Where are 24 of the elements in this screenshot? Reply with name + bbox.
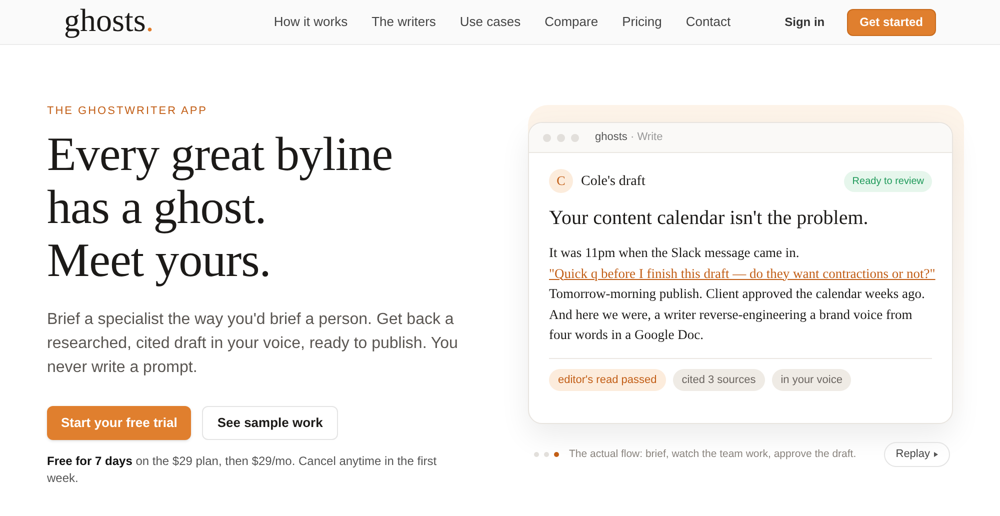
draft-title: Your content calendar isn't the problem. (549, 206, 870, 231)
nav-link[interactable]: The writers (372, 12, 436, 32)
nav-link[interactable]: Contact (686, 12, 731, 32)
draft-name: Cole's draft (581, 172, 646, 190)
headline: Every great byline has a ghost. Meet yours. (47, 128, 394, 286)
tag: in your voice (772, 368, 852, 391)
nav-link[interactable]: Pricing (622, 12, 662, 32)
logo[interactable]: ghosts. (64, 4, 154, 36)
avatar: C (549, 169, 573, 193)
nav-link[interactable]: Compare (544, 12, 598, 32)
lead-paragraph: Brief a specialist the way you'd brief a person. Get back a researched, cited draft in your voice, ready to publish. You never write a prompt. (47, 310, 459, 378)
sign-in-link[interactable]: Sign in (784, 13, 825, 31)
sample-work-button[interactable]: See sample work (202, 406, 338, 440)
tag: cited 3 sources (672, 368, 765, 391)
play-icon (934, 452, 938, 457)
eyebrow-text: THE GHOSTWRITER APP (47, 104, 209, 119)
replay-button[interactable]: Replay (884, 442, 950, 467)
nav-link[interactable]: Use cases (460, 12, 521, 32)
flow-caption: The actual flow: brief, watch the team work, approve the draft. (569, 446, 856, 462)
tag: editor's read passed (549, 368, 666, 391)
nav-link[interactable]: How it works (274, 12, 348, 32)
fine-print: Free for 7 days on the $29 plan, then $29/mo. Cancel anytime in the first week. (47, 452, 438, 486)
window-title: ghosts · Write (595, 130, 663, 146)
status-badge: Ready to review (844, 170, 932, 192)
